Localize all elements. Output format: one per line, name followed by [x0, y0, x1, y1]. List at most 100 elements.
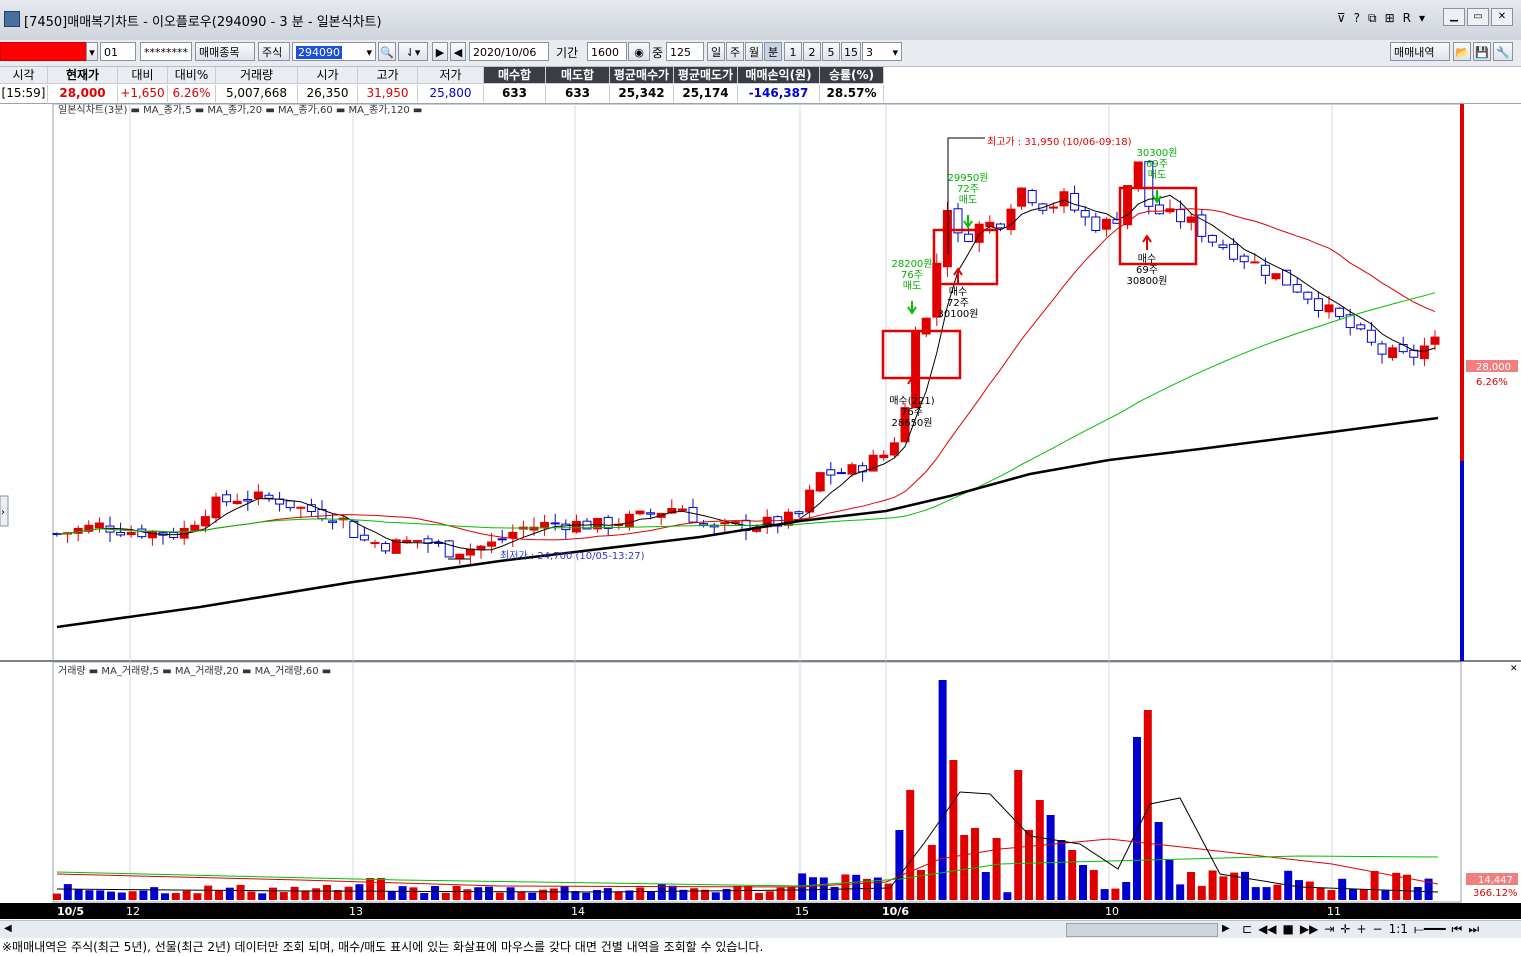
r-icon[interactable]: R — [1403, 11, 1411, 26]
save-icon[interactable]: 💾 — [1473, 42, 1491, 61]
menu-icon[interactable]: ▾ — [1419, 11, 1425, 26]
period-month-button[interactable]: 월 — [745, 42, 763, 61]
search-icon[interactable]: 🔍 — [378, 42, 396, 61]
minute-1-button[interactable]: 1 — [784, 42, 802, 61]
first-icon[interactable]: ⏮ — [1452, 922, 1463, 937]
horizontal-scrollbar[interactable]: ◀ ▶ ⊏ ◀◀ ■ ▶▶ ⇥ ✛ + − 1:1 ⟝━━━ ⏮ ⏭ — [0, 920, 1521, 939]
window-title: [7450]매매복기차트 - 이오플로우(294090 - 3 분 - 일본식차… — [24, 15, 382, 30]
folder-icon[interactable]: 📂 — [1453, 42, 1471, 61]
zoom-out-icon[interactable]: − — [1373, 922, 1383, 937]
info-value-3: 6.26% — [168, 85, 216, 102]
ratio-icon[interactable]: 1:1 — [1389, 922, 1408, 937]
period-input[interactable]: 1600 — [587, 42, 627, 61]
annotation-text-5: 30800원 — [1126, 275, 1167, 287]
scroll-right-icon[interactable]: ▶ — [1222, 923, 1230, 934]
fast-forward-icon[interactable]: ▶▶ — [1300, 922, 1318, 937]
candle-body — [412, 539, 422, 542]
minimize-button[interactable]: ▁ — [1443, 8, 1465, 26]
volume-bar — [1122, 882, 1131, 900]
info-value-0: [15:59] — [0, 85, 48, 102]
candle-body — [328, 520, 338, 523]
volume-bar — [1100, 889, 1109, 900]
period-day-button[interactable]: 일 — [707, 42, 725, 61]
scroll-thumb[interactable] — [1066, 923, 1218, 937]
minute-custom-select[interactable]: 3 ▾ — [862, 42, 902, 61]
close-button[interactable]: ✕ — [1491, 8, 1513, 26]
info-value-11: 25,174 — [674, 85, 738, 102]
link-icon[interactable]: ⧉ — [1368, 11, 1377, 26]
prev-icon[interactable]: ◀ — [450, 42, 466, 61]
account-dropdown-icon[interactable]: ▾ — [86, 42, 98, 61]
last-icon[interactable]: ⏭ — [1468, 922, 1479, 937]
volume-bar — [1349, 888, 1357, 900]
minute-custom-value: 3 — [866, 46, 873, 59]
mid-input[interactable]: 125 — [666, 42, 704, 61]
volume-bar — [204, 885, 213, 900]
volume-bar — [377, 878, 385, 900]
volume-bar — [927, 845, 936, 900]
scroll-left-icon[interactable]: ◀ — [4, 923, 12, 934]
history-button[interactable]: 매매내역 — [1390, 42, 1450, 61]
info-value-12: -146,387 — [738, 85, 820, 102]
export-icon[interactable]: ⇥ — [1324, 922, 1334, 937]
candle-body — [487, 541, 497, 547]
share-icon[interactable]: ⊞ — [1385, 11, 1395, 26]
annotation-text-5: 매수 — [1138, 253, 1156, 265]
volume-bar — [1025, 830, 1033, 900]
candle-body — [1292, 284, 1302, 293]
date-input[interactable]: 2020/10/06 — [469, 42, 549, 61]
volume-bar — [917, 870, 925, 900]
candle-body — [540, 522, 550, 529]
minute-2-button[interactable]: 2 — [803, 42, 821, 61]
price-bar-up — [1460, 104, 1464, 461]
volume-bar — [279, 892, 288, 900]
code-dropdown-icon[interactable]: ▾ — [366, 43, 372, 60]
minute-dropdown-icon[interactable]: ▾ — [892, 43, 898, 60]
volume-bar — [560, 886, 569, 900]
candle-body — [603, 516, 613, 529]
slider-icon[interactable]: ⟝━━━ — [1414, 922, 1446, 937]
chart-area[interactable]: › ✕ 일본식차트(3분) ▬ MA_종가,5 ▬ MA_종가,20 ▬ MA_종가… — [0, 104, 1521, 904]
period-week-button[interactable]: 주 — [726, 42, 744, 61]
settings-icon[interactable]: 🔧 — [1493, 42, 1513, 61]
volume-bar — [1413, 887, 1422, 900]
rewind-icon[interactable]: ◀◀ — [1258, 922, 1276, 937]
volume-bar — [1046, 815, 1055, 900]
volume-tag-value: 14,447 — [1478, 875, 1513, 886]
volume-bar — [1381, 890, 1390, 900]
help-icon[interactable]: ? — [1354, 11, 1360, 26]
price-legend: 일본식차트(3분) ▬ MA_종가,5 ▬ MA_종가,20 ▬ MA_종가,6… — [58, 104, 422, 116]
volume-bar — [755, 893, 763, 900]
stock-type-button[interactable]: 주식 — [258, 42, 290, 61]
candle-body — [1154, 204, 1164, 215]
candle-body — [1133, 161, 1143, 188]
price-tag-value: 28,000 — [1476, 362, 1511, 373]
account-select[interactable] — [0, 42, 96, 61]
stock-code-text: 294090 — [296, 46, 342, 59]
calendar-icon[interactable]: ◉ — [628, 42, 650, 61]
annotation-text-0: 매도 — [903, 280, 921, 292]
period-minute-button[interactable]: 분 — [764, 42, 782, 61]
password-field[interactable]: ******** — [140, 42, 192, 61]
pin-icon[interactable]: ⊽ — [1337, 11, 1346, 26]
minute-15-button[interactable]: 15 — [841, 42, 861, 61]
zoom-in-icon[interactable]: + — [1356, 922, 1366, 937]
info-header-11: 평균매도가 — [674, 67, 738, 84]
info-value-9: 633 — [546, 85, 610, 102]
crosshair-icon[interactable]: ✛ — [1340, 922, 1350, 937]
price-panel — [52, 104, 1462, 662]
volume-bar — [1165, 860, 1174, 900]
next-icon[interactable]: ▶ — [432, 42, 448, 61]
zoom-reset-icon[interactable]: ⊏ — [1242, 922, 1252, 937]
stocks-button[interactable]: 매매종목 — [195, 42, 255, 61]
stock-code-input[interactable]: 294090 ▾ — [292, 42, 376, 61]
volume-bar — [647, 891, 655, 900]
maximize-button[interactable]: ▭ — [1467, 8, 1489, 26]
account-suffix-select[interactable]: 01 — [100, 42, 136, 61]
sort-icon[interactable]: ⇃▾ — [398, 42, 428, 61]
mid-label: 중 — [652, 46, 664, 60]
info-header-6: 고가 — [358, 67, 418, 84]
candle-body — [359, 534, 369, 541]
minute-5-button[interactable]: 5 — [822, 42, 840, 61]
stop-icon[interactable]: ■ — [1283, 922, 1294, 937]
